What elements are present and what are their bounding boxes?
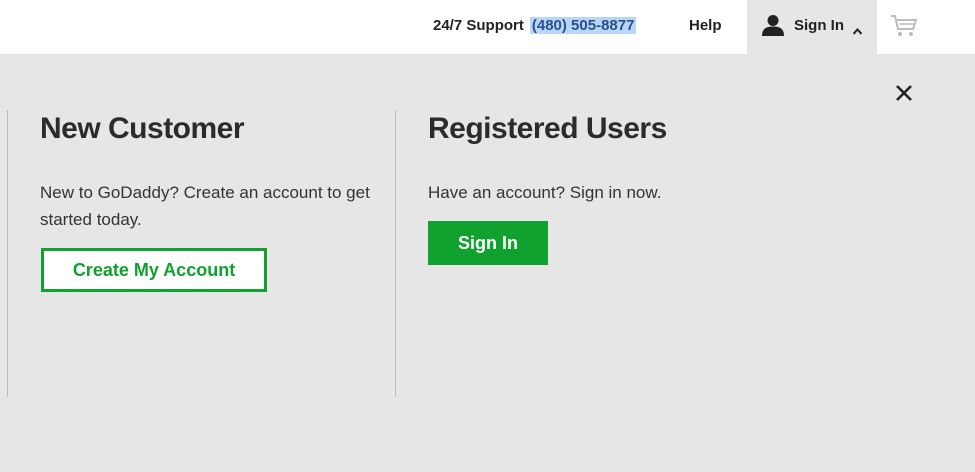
- user-icon: [761, 14, 785, 41]
- create-account-button[interactable]: Create My Account: [41, 248, 267, 292]
- registered-users-description: Have an account? Sign in now.: [428, 183, 662, 202]
- support-label: 24/7 Support: [433, 17, 524, 34]
- new-customer-description: New to GoDaddy? Create an account to get…: [40, 183, 370, 229]
- cart-icon[interactable]: [890, 14, 918, 43]
- sign-in-menu-toggle[interactable]: Sign In: [747, 0, 877, 54]
- sign-in-label: Sign In: [794, 17, 844, 34]
- center-divider: [395, 110, 396, 397]
- sign-in-button[interactable]: Sign In: [428, 221, 548, 265]
- close-icon[interactable]: [894, 83, 914, 108]
- new-customer-heading: New Customer: [40, 112, 245, 145]
- left-divider: [7, 110, 8, 397]
- help-link[interactable]: Help: [689, 17, 722, 34]
- support-phone-link[interactable]: (480) 505-8877: [529, 17, 637, 34]
- support-info: 24/7 Support (480) 505-8877: [433, 17, 637, 34]
- chevron-up-icon: [852, 22, 863, 40]
- top-navigation-bar: 24/7 Support (480) 505-8877 Help Sign In: [0, 0, 975, 54]
- registered-users-heading: Registered Users: [428, 112, 667, 145]
